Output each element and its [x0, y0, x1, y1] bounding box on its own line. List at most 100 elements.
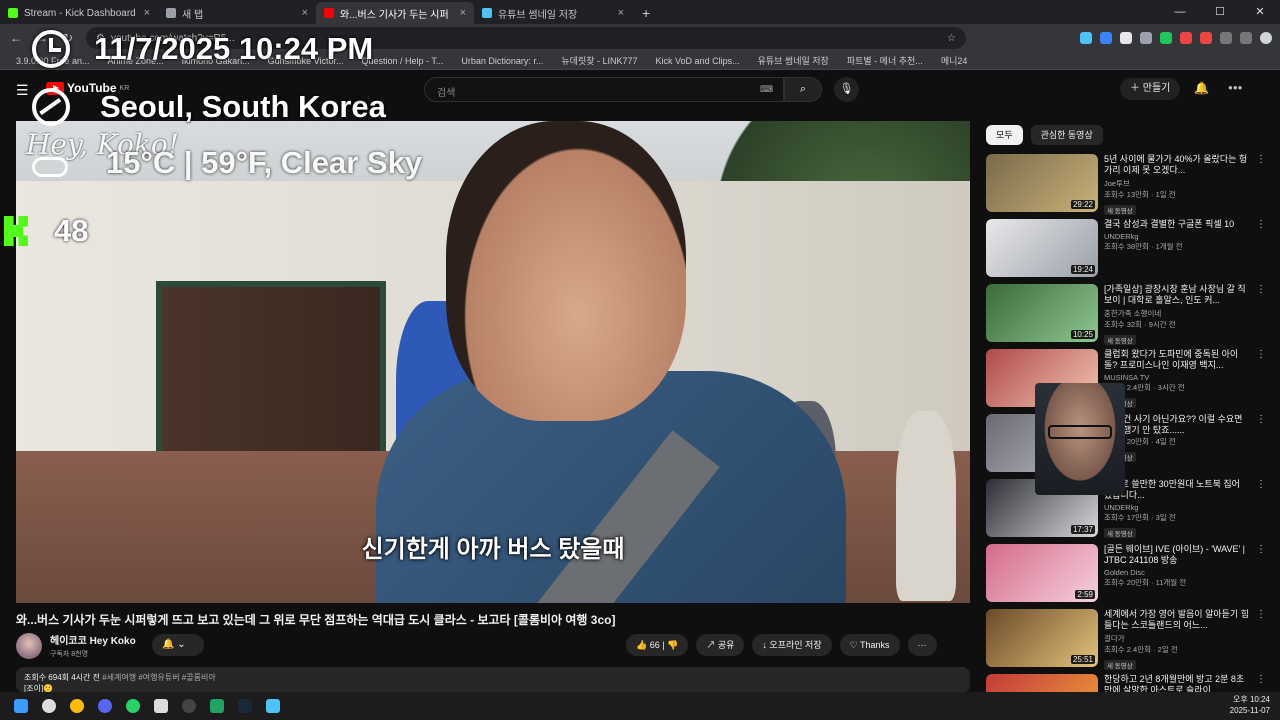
bookmark-item[interactable]: 메니24: [941, 54, 968, 67]
bookmark-item[interactable]: 파트별 - 메너 추천...: [847, 54, 923, 67]
recommended-video[interactable]: 25:51 세계에서 가장 영어 발음이 알아듣기 힘들다는 스코틀랜드의 어느.…: [986, 609, 1266, 674]
extension-icon[interactable]: [1160, 32, 1172, 44]
account-avatar[interactable]: ●●●: [1228, 83, 1250, 95]
video-thumbnail[interactable]: 25:51: [986, 609, 1098, 667]
recommended-video[interactable]: 19:24 결국 삼성과 결별한 구글폰 픽셀 10 UNDERkg 조회수 38만회…: [986, 219, 1266, 284]
tab-title: 와...버스 기사가 두는 시퍼: [340, 9, 449, 21]
thumbs-down-icon[interactable]: 👎: [667, 640, 678, 650]
keyboard-icon[interactable]: ⌨: [760, 84, 773, 95]
capcut-icon[interactable]: [150, 695, 172, 717]
download-icon[interactable]: [1240, 32, 1252, 44]
extension-icon[interactable]: [1120, 32, 1132, 44]
close-window-icon[interactable]: ✕: [1240, 0, 1280, 24]
recommended-video[interactable]: 아 이건 사기 아닌가요?? 이럴 수요면 이 비행기 안 탔죠...... 조회…: [986, 414, 1266, 479]
hashtags[interactable]: #세계여행 #여행유튜버 #콜롬비아: [102, 673, 215, 682]
puzzle-icon[interactable]: [1220, 32, 1232, 44]
filter-chip[interactable]: 관심한 동영상: [1030, 125, 1103, 145]
tab-title: 유튜브 썸네일 저장: [498, 9, 578, 21]
channel-info[interactable]: 헤이코코 Hey Koko 구독자 8천명: [16, 632, 136, 659]
video-player[interactable]: 신기한게 아까 버스 탔을때: [16, 121, 970, 603]
overlay-kick-viewers: 48: [4, 213, 88, 249]
video-meta: 조회수 2.4만회 · 3시간 전: [1104, 383, 1185, 392]
bookmark-item[interactable]: 유튜브 썸네일 저장: [758, 54, 829, 67]
channel-avatar[interactable]: [16, 632, 42, 659]
more-options-icon[interactable]: ⋮: [1256, 284, 1266, 349]
video-thumbnail[interactable]: 19:24: [986, 219, 1098, 277]
extension-icon[interactable]: [1100, 32, 1112, 44]
close-tab-icon[interactable]: ×: [618, 7, 624, 19]
more-options-icon[interactable]: ⋮: [1256, 609, 1266, 674]
minimize-icon[interactable]: —: [1160, 0, 1200, 24]
recommended-video[interactable]: 17:37 의외로 쓸만한 30만원대 노트북 집어 왔습니다... UNDERkg…: [986, 479, 1266, 544]
profile-icon[interactable]: [1260, 32, 1272, 44]
close-tab-icon[interactable]: ×: [460, 7, 466, 19]
bookmark-item[interactable]: Urban Dictionary: r...: [461, 56, 543, 66]
new-tab-button[interactable]: +: [632, 2, 660, 24]
video-meta: 조회수 13만회 · 1일 전: [1104, 190, 1176, 199]
whatsapp-icon[interactable]: [122, 695, 144, 717]
voice-search-button[interactable]: 🎙: [834, 77, 859, 102]
browser-tab[interactable]: 유튜브 썸네일 저장 ×: [474, 2, 632, 24]
app-icon[interactable]: [262, 695, 284, 717]
bookmark-star-icon[interactable]: ☆: [947, 33, 956, 44]
chrome-icon[interactable]: [66, 695, 88, 717]
channel-name[interactable]: 헤이코코 Hey Koko: [50, 632, 136, 647]
extensions-bar: [1080, 32, 1272, 44]
search-icon[interactable]: [38, 695, 60, 717]
more-options-icon[interactable]: ⋮: [1256, 154, 1266, 219]
create-button[interactable]: ＋ 만들기: [1120, 78, 1181, 100]
system-clock[interactable]: 오후 10:24 2025-11-07: [1230, 694, 1270, 716]
overlay-weather-text: 15°C | 59°F, Clear Sky: [106, 145, 423, 180]
video-thumbnail[interactable]: 10:25: [986, 284, 1098, 342]
recommended-video[interactable]: 2:59 [골든 웨이브] IVE (아이브) - 'WAVE' | JTBC 2…: [986, 544, 1266, 609]
more-options-icon[interactable]: ⋮: [1256, 414, 1266, 479]
more-options-icon[interactable]: ⋮: [1256, 544, 1266, 609]
more-actions-button[interactable]: ···: [907, 634, 937, 656]
recommended-video[interactable]: 29:22 5년 사이에 물가가 40%가 올랐다는 헝가리 이제 못 오겠다..…: [986, 154, 1266, 219]
extension-icon[interactable]: [1080, 32, 1092, 44]
kick-viewer-count: 48: [54, 213, 89, 248]
description-box[interactable]: 조회수 694회 4시간 전 #세계여행 #여행유튜버 #콜롬비아 [조이]🙂: [16, 667, 970, 693]
recommended-video[interactable]: 10:25 [가족일상] 광장시장 훈남 사장님 갈 직보이 | 대학로 홀알스,…: [986, 284, 1266, 349]
clock-time: 오후 10:24: [1233, 695, 1270, 704]
steam-icon[interactable]: [234, 695, 256, 717]
bookmark-item[interactable]: Kick VoD and Clips...: [656, 56, 740, 66]
menu-icon[interactable]: ☰: [16, 82, 29, 99]
discord-icon[interactable]: [94, 695, 116, 717]
video-thumbnail[interactable]: 29:22: [986, 154, 1098, 212]
scene-background-person: [896, 411, 956, 601]
back-arrow-icon[interactable]: ←: [8, 31, 24, 45]
windows-logo-icon[interactable]: [10, 695, 32, 717]
browser-tab[interactable]: Stream - Kick Dashboard ×: [0, 2, 158, 24]
video-actions: 👍 66 | 👎 ↗ 공유 ↓ 오프라인 저장 ♡ Thanks ···: [626, 634, 937, 656]
search-input[interactable]: 검색: [424, 77, 784, 102]
video-title-text: 클럽회 왔다가 도파민에 중독된 아이돌? 프로미스나인 이재영 백지...: [1104, 349, 1239, 370]
video-info: [골든 웨이브] IVE (아이브) - 'WAVE' | JTBC 24110…: [1104, 544, 1250, 609]
share-button[interactable]: ↗ 공유: [696, 634, 745, 656]
bookmark-item[interactable]: Question / Help - T...: [361, 56, 443, 66]
extension-icon[interactable]: [1140, 32, 1152, 44]
extension-icon[interactable]: [1200, 32, 1212, 44]
filter-chip[interactable]: 모두: [986, 125, 1023, 145]
subscription-bell-button[interactable]: 🔔 ⌄: [152, 634, 204, 656]
browser-tab[interactable]: 새 탭 ×: [158, 2, 316, 24]
thanks-button[interactable]: ♡ Thanks: [839, 634, 900, 656]
sheets-icon[interactable]: [206, 695, 228, 717]
notifications-bell-icon[interactable]: 🔔: [1194, 81, 1209, 95]
more-options-icon[interactable]: ⋮: [1256, 219, 1266, 284]
browser-tab[interactable]: 와...버스 기사가 두는 시퍼 ×: [316, 2, 474, 24]
more-options-icon[interactable]: ⋮: [1256, 349, 1266, 414]
extension-icon[interactable]: [1180, 32, 1192, 44]
more-options-icon[interactable]: ⋮: [1256, 479, 1266, 544]
offline-save-button[interactable]: ↓ 오프라인 저장: [752, 634, 832, 656]
maximize-icon[interactable]: ☐: [1200, 0, 1240, 24]
video-info: 결국 삼성과 결별한 구글폰 픽셀 10 UNDERkg 조회수 38만회 · 1개…: [1104, 219, 1250, 284]
like-button[interactable]: 👍 66 | 👎: [626, 634, 689, 656]
video-thumbnail[interactable]: 2:59: [986, 544, 1098, 602]
close-tab-icon[interactable]: ×: [144, 7, 150, 19]
search-button[interactable]: ⌕: [784, 77, 822, 102]
obs-icon[interactable]: [178, 695, 200, 717]
recommended-video[interactable]: 클럽회 왔다가 도파민에 중독된 아이돌? 프로미스나인 이재영 백지... MU…: [986, 349, 1266, 414]
bookmark-item[interactable]: 뉴데릿찾 - LINK777: [561, 54, 637, 67]
close-tab-icon[interactable]: ×: [302, 7, 308, 19]
